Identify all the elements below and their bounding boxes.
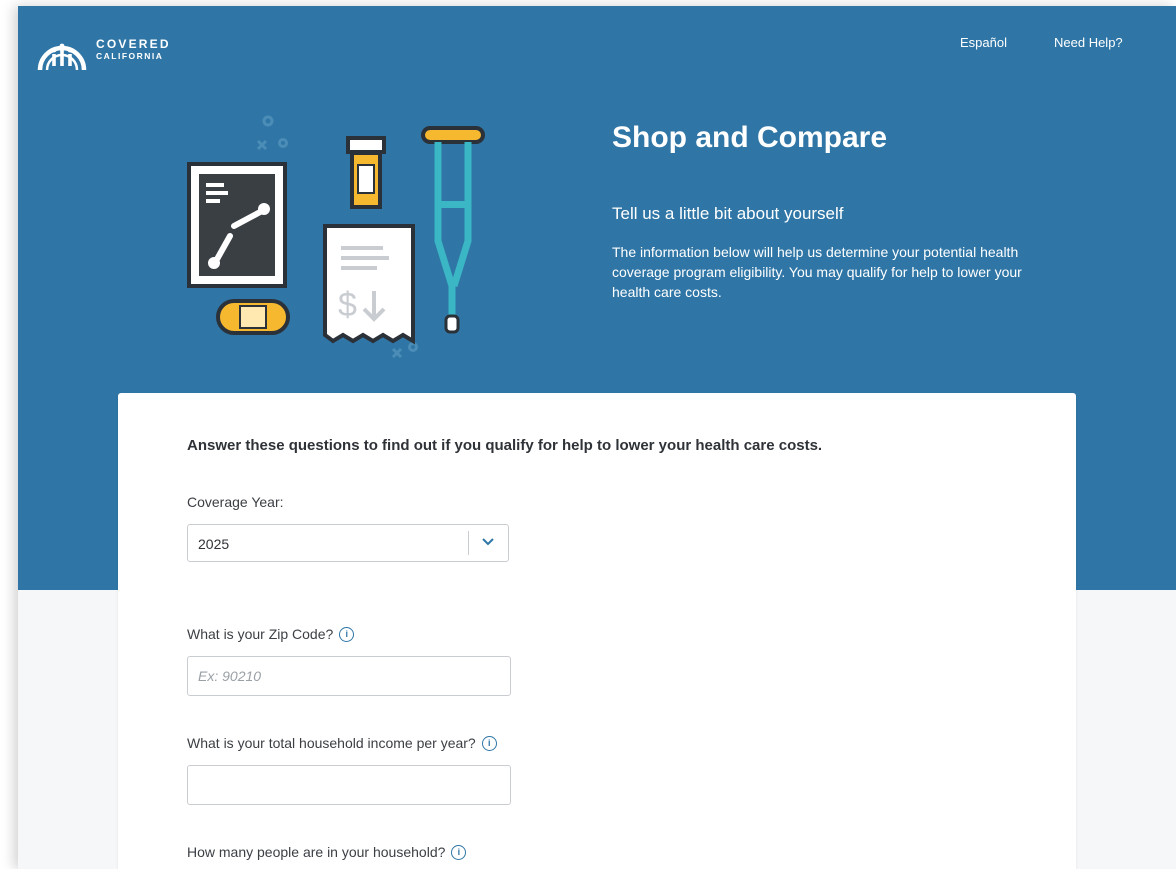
hero-subtitle: Tell us a little bit about yourself bbox=[612, 204, 844, 223]
zip-code-input[interactable] bbox=[187, 656, 511, 696]
income-label-text: What is your total household income per … bbox=[187, 735, 476, 751]
zip-info-icon[interactable]: i bbox=[339, 626, 355, 642]
brand-line2: CALIFORNIA bbox=[96, 50, 164, 61]
brand-line1: COVERED bbox=[96, 36, 171, 51]
chevron-down-icon[interactable] bbox=[482, 538, 494, 546]
select-divider bbox=[468, 531, 469, 555]
household-size-label: How many people are in your household? i bbox=[187, 844, 467, 860]
nav-espanol-link[interactable]: Español bbox=[960, 35, 1007, 50]
eligibility-form-card: Answer these questions to find out if yo… bbox=[118, 393, 1076, 869]
coverage-year-label-text: Coverage Year: bbox=[187, 494, 284, 510]
household-size-label-text: How many people are in your household? bbox=[187, 844, 446, 860]
zip-code-label-text: What is your Zip Code? bbox=[187, 626, 334, 642]
coverage-year-label: Coverage Year: bbox=[187, 494, 284, 510]
brand-logo[interactable]: COVERED CALIFORNIA bbox=[34, 26, 171, 72]
household-income-input[interactable] bbox=[187, 765, 511, 805]
nav-need-help-link[interactable]: Need Help? bbox=[1054, 35, 1123, 50]
covered-california-logo-icon bbox=[37, 43, 87, 71]
coverage-year-value: 2025 bbox=[198, 536, 230, 552]
zip-code-label: What is your Zip Code? i bbox=[187, 626, 355, 642]
brand-wordmark: COVERED CALIFORNIA bbox=[96, 38, 171, 61]
income-label: What is your total household income per … bbox=[187, 735, 497, 751]
income-info-icon[interactable]: i bbox=[481, 735, 497, 751]
browser-viewport: COVERED CALIFORNIA Español Need Help? $ … bbox=[18, 6, 1176, 869]
page-title: Shop and Compare bbox=[612, 121, 888, 154]
coverage-year-select[interactable]: 2025 bbox=[187, 524, 509, 562]
health-supplies-illustration: $ bbox=[187, 115, 485, 359]
hero-description: The information below will help us deter… bbox=[612, 244, 1022, 300]
form-intro-text: Answer these questions to find out if yo… bbox=[187, 437, 823, 454]
household-info-icon[interactable]: i bbox=[451, 844, 467, 860]
svg-text:$: $ bbox=[338, 286, 357, 324]
